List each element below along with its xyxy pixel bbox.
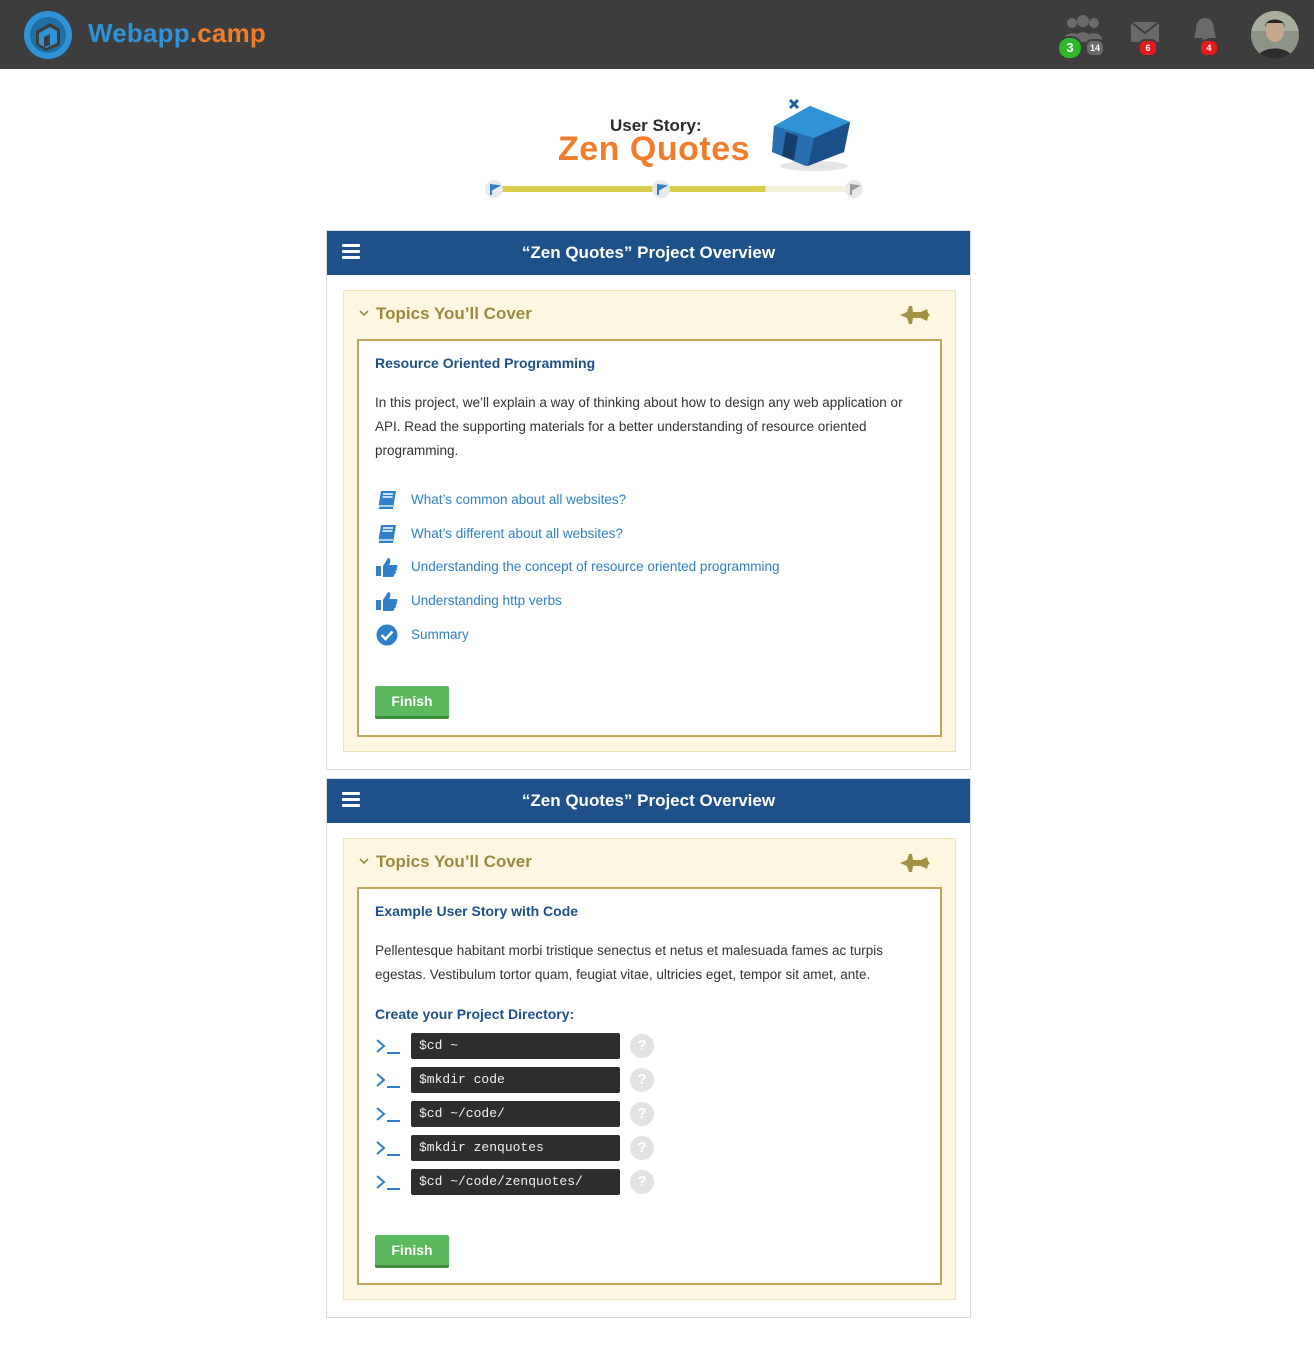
command-text[interactable]: $cd ~/code/ <box>411 1101 620 1127</box>
topic-link-label: Understanding http verbs <box>411 593 562 608</box>
terminal-prompt-icon <box>376 1141 400 1156</box>
user-avatar-image <box>1251 11 1299 59</box>
progress-start-flag-icon <box>485 180 503 198</box>
help-icon[interactable]: ? <box>630 1170 654 1194</box>
terminal-prompt-icon <box>376 1039 400 1054</box>
accordion-title: Topics You’ll Cover <box>376 304 532 323</box>
help-icon[interactable]: ? <box>630 1068 654 1092</box>
project-overview-panel: “Zen Quotes” Project Overview Topics You… <box>326 778 971 1318</box>
accordion-header[interactable]: Topics You’ll Cover <box>344 291 955 337</box>
friends-online-badge: 3 <box>1057 36 1083 60</box>
check-circle-icon <box>376 624 398 646</box>
panel-title: “Zen Quotes” Project Overview <box>521 243 776 262</box>
topic-link-label: Summary <box>411 627 469 642</box>
terminal-prompt-icon <box>376 1073 400 1088</box>
topics-accordion: Topics You’ll Cover Example User Story w… <box>343 838 956 1300</box>
messages-count-badge: 6 <box>1138 39 1158 57</box>
notifications-count-badge: 4 <box>1199 39 1219 57</box>
user-avatar[interactable] <box>1251 11 1299 59</box>
thumbs-up-icon <box>376 592 398 611</box>
jet-plane-icon <box>900 306 930 324</box>
commands-subheading: Create your Project Directory: <box>375 1006 575 1022</box>
brand-name-part2: .camp <box>189 18 266 48</box>
notifications-button[interactable]: 4 <box>1187 14 1227 58</box>
friends-button[interactable]: 3 14 <box>1057 14 1105 60</box>
help-icon[interactable]: ? <box>630 1102 654 1126</box>
friends-count-badge: 14 <box>1085 39 1105 57</box>
progress-mid-flag-icon <box>652 180 670 198</box>
section-paragraph: Pellentesque habitant morbi tristique se… <box>375 943 884 982</box>
terminal-prompt-icon <box>376 1107 400 1122</box>
help-icon[interactable]: ? <box>630 1034 654 1058</box>
command-text[interactable]: $mkdir zenquotes <box>411 1135 620 1161</box>
progress-end-flag-icon <box>845 180 863 198</box>
project-overview-panel: “Zen Quotes” Project Overview Topics You… <box>326 230 971 770</box>
topics-accordion: Topics You’ll Cover Resource Oriented Pr… <box>343 290 956 752</box>
accordion-header[interactable]: Topics You’ll Cover <box>344 839 955 885</box>
top-bar: Webapp.camp 3 14 6 4 <box>0 0 1314 69</box>
jet-plane-icon <box>900 854 930 872</box>
command-text[interactable]: $mkdir code <box>411 1067 620 1093</box>
brand-name[interactable]: Webapp.camp <box>88 18 266 49</box>
chevron-down-icon <box>359 310 369 317</box>
story-progress-bar <box>485 180 863 198</box>
topic-link-label: What’s different about all websites? <box>411 526 623 541</box>
thumbs-up-icon <box>376 558 398 577</box>
accordion-title: Topics You’ll Cover <box>376 852 532 871</box>
home-cube-logo-icon[interactable] <box>22 9 74 61</box>
topic-link-label: What’s common about all websites? <box>411 492 627 507</box>
progress-fill <box>494 186 766 192</box>
topic-content: Example User Story with Code Pellentesqu… <box>357 887 942 1285</box>
panel-header: “Zen Quotes” Project Overview <box>327 779 970 823</box>
finish-button[interactable]: Finish <box>375 1235 449 1268</box>
chevron-down-icon <box>359 858 369 865</box>
terminal-prompt-icon <box>376 1175 400 1190</box>
messages-button[interactable]: 6 <box>1127 14 1167 58</box>
panel-header: “Zen Quotes” Project Overview <box>327 231 970 275</box>
cube-logo-icon <box>772 98 850 171</box>
section-title: Example User Story with Code <box>375 903 579 919</box>
section-title: Resource Oriented Programming <box>375 355 596 371</box>
panel-title: “Zen Quotes” Project Overview <box>521 791 776 810</box>
hero-title: Zen Quotes <box>558 130 751 168</box>
command-text[interactable]: $cd ~/code/zenquotes/ <box>411 1169 620 1195</box>
command-text[interactable]: $cd ~ <box>411 1033 620 1059</box>
topic-content: Resource Oriented Programming In this pr… <box>357 339 942 737</box>
book-icon <box>377 525 396 544</box>
help-icon[interactable]: ? <box>630 1136 654 1160</box>
finish-button[interactable]: Finish <box>375 686 449 719</box>
topic-link-label: Understanding the concept of resource or… <box>411 559 780 574</box>
brand-name-part1: Webapp <box>88 18 190 48</box>
book-icon <box>377 491 396 510</box>
section-paragraph: In this project, we’ll explain a way of … <box>375 395 903 458</box>
